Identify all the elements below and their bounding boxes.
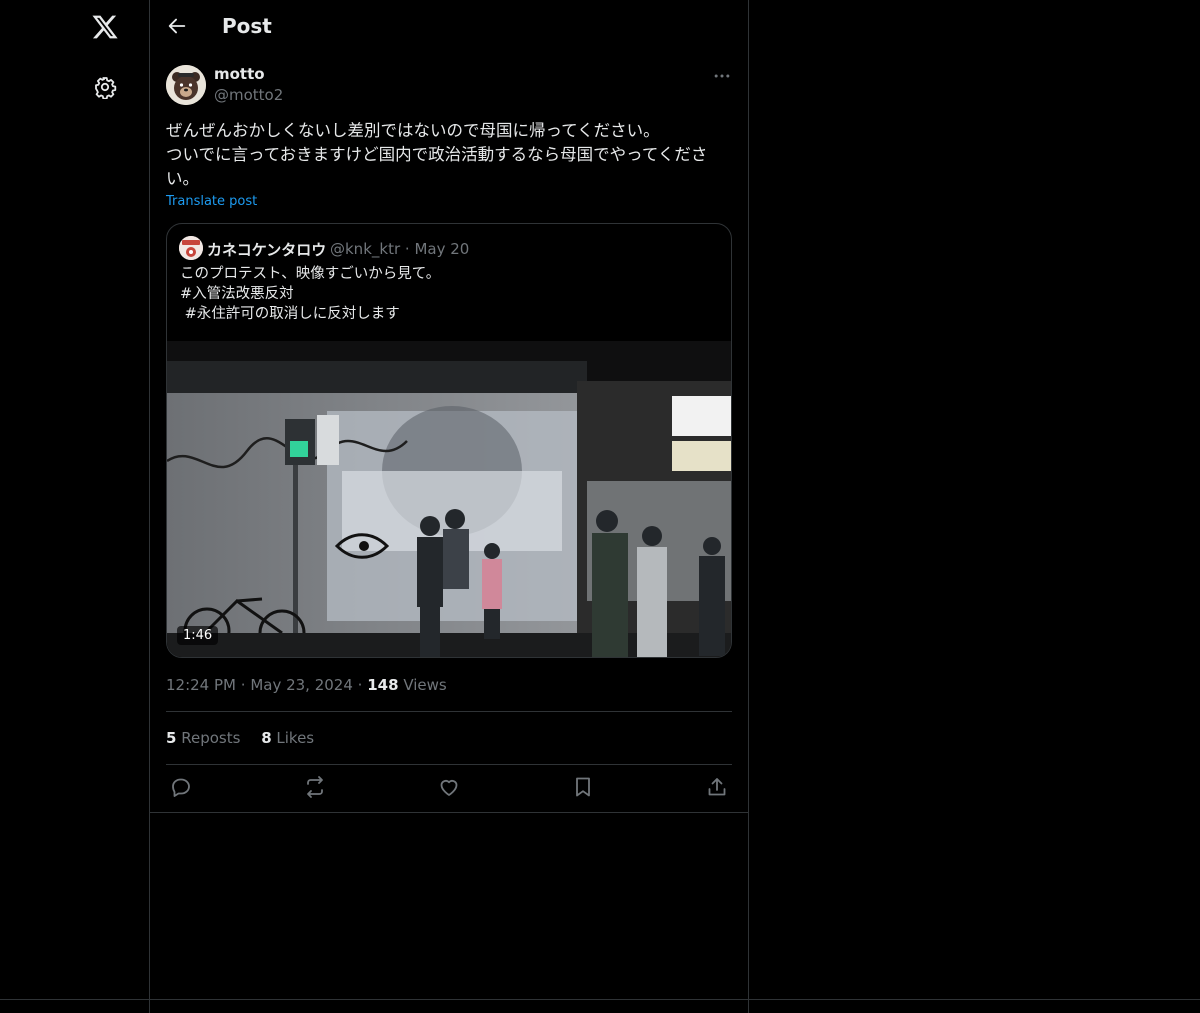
app-frame: Post motto @motto2 ぜんぜんおかしくないし差別ではないので母国…	[0, 0, 1200, 1013]
divider	[166, 764, 732, 765]
reposts-label: Reposts	[181, 729, 241, 747]
divider	[150, 812, 748, 813]
video-player[interactable]: 1:46	[167, 341, 731, 657]
divider	[166, 711, 732, 712]
avatar[interactable]	[166, 65, 206, 105]
bookmark-icon[interactable]	[571, 775, 595, 799]
likes-stat[interactable]: 8 Likes	[261, 729, 314, 747]
divider	[0, 999, 1200, 1000]
views-label: Views	[403, 676, 447, 694]
author-handle[interactable]: @motto2	[214, 86, 283, 104]
video-thumbnail	[167, 341, 731, 657]
author-name[interactable]: motto	[214, 65, 265, 83]
video-duration: 1:46	[177, 626, 219, 645]
quote-avatar-image	[179, 236, 203, 260]
post-timestamp: 12:24 PM · May 23, 2024 · 148 Views	[166, 676, 447, 694]
x-logo-icon[interactable]	[91, 13, 119, 41]
views-count: 148	[367, 676, 399, 694]
quote-author-handle[interactable]: @knk_ktr	[330, 240, 400, 258]
page-header: Post	[150, 0, 748, 54]
likes-label: Likes	[276, 729, 315, 747]
post-time[interactable]: 12:24 PM	[166, 676, 236, 694]
heart-icon[interactable]	[437, 775, 461, 799]
main-column: Post motto @motto2 ぜんぜんおかしくないし差別ではないので母国…	[150, 0, 749, 1013]
meta-dot: ·	[357, 676, 368, 694]
likes-count: 8	[261, 729, 272, 747]
action-bar	[150, 775, 748, 801]
page-title: Post	[222, 14, 272, 38]
arrow-left-icon[interactable]	[166, 15, 188, 37]
meta-dot: ·	[240, 676, 251, 694]
reposts-count: 5	[166, 729, 177, 747]
bear-avatar-image	[166, 65, 206, 105]
quoted-post[interactable]: カネコケンタロウ @knk_ktr · May 20 このプロテスト、映像すごい…	[166, 223, 732, 658]
left-nav	[0, 0, 150, 1013]
reply-icon[interactable]	[169, 775, 193, 799]
quote-text: このプロテスト、映像すごいから見て。 #入管法改悪反対 #永住許可の取消しに反対…	[180, 266, 441, 322]
quote-date[interactable]: May 20	[414, 240, 469, 258]
post-date[interactable]: May 23, 2024	[250, 676, 353, 694]
gear-icon[interactable]	[93, 75, 117, 99]
post-text: ぜんぜんおかしくないし差別ではないので母国に帰ってください。 ついでに言っておき…	[166, 121, 708, 188]
translate-post-link[interactable]: Translate post	[166, 194, 257, 209]
post-stats: 5 Reposts 8 Likes	[166, 729, 330, 747]
reposts-stat[interactable]: 5 Reposts	[166, 729, 240, 747]
quote-author-name[interactable]: カネコケンタロウ	[207, 239, 326, 260]
share-icon[interactable]	[705, 775, 729, 799]
quote-meta: @knk_ktr · May 20	[330, 240, 469, 258]
more-horizontal-icon[interactable]	[712, 66, 732, 86]
repost-icon[interactable]	[303, 775, 327, 799]
quote-avatar[interactable]	[179, 236, 203, 260]
